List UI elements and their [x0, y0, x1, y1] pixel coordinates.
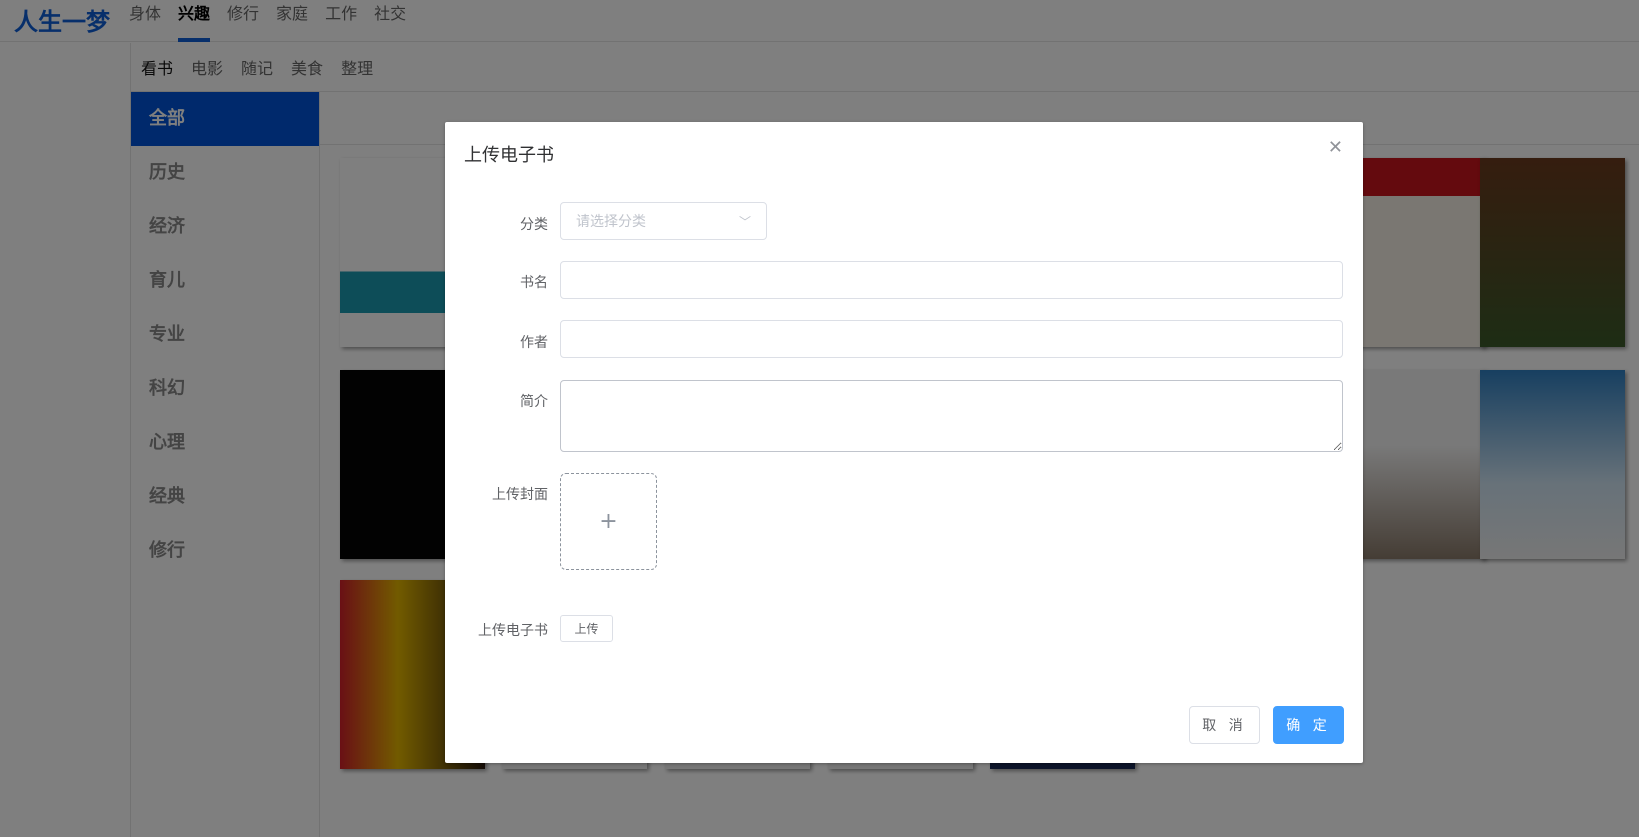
name-input[interactable] [560, 261, 1343, 299]
plus-icon: + [599, 509, 618, 534]
name-label: 书名 [520, 275, 548, 291]
cancel-button[interactable]: 取 消 [1189, 706, 1260, 744]
author-label: 作者 [520, 335, 548, 351]
confirm-button[interactable]: 确 定 [1273, 706, 1344, 744]
ebook-label: 上传电子书 [478, 623, 548, 639]
cover-label: 上传封面 [492, 487, 548, 503]
author-input[interactable] [560, 320, 1343, 358]
close-icon[interactable]: ✕ [1328, 137, 1343, 158]
dialog-title: 上传电子书 [464, 145, 554, 166]
chevron-down-icon: ﹀ [738, 214, 751, 229]
category-placeholder: 请选择分类 [576, 214, 646, 230]
intro-label: 简介 [520, 394, 548, 410]
category-label: 分类 [520, 217, 548, 233]
intro-textarea[interactable] [560, 380, 1343, 452]
upload-ebook-dialog: 上传电子书 ✕ 分类 请选择分类 ﹀ 书名 作者 简介 上传封面 + 上传电子书… [445, 122, 1363, 763]
category-select[interactable]: 请选择分类 ﹀ [560, 202, 767, 240]
upload-ebook-button[interactable]: 上传 [560, 615, 613, 642]
cover-upload-box[interactable]: + [560, 473, 657, 570]
